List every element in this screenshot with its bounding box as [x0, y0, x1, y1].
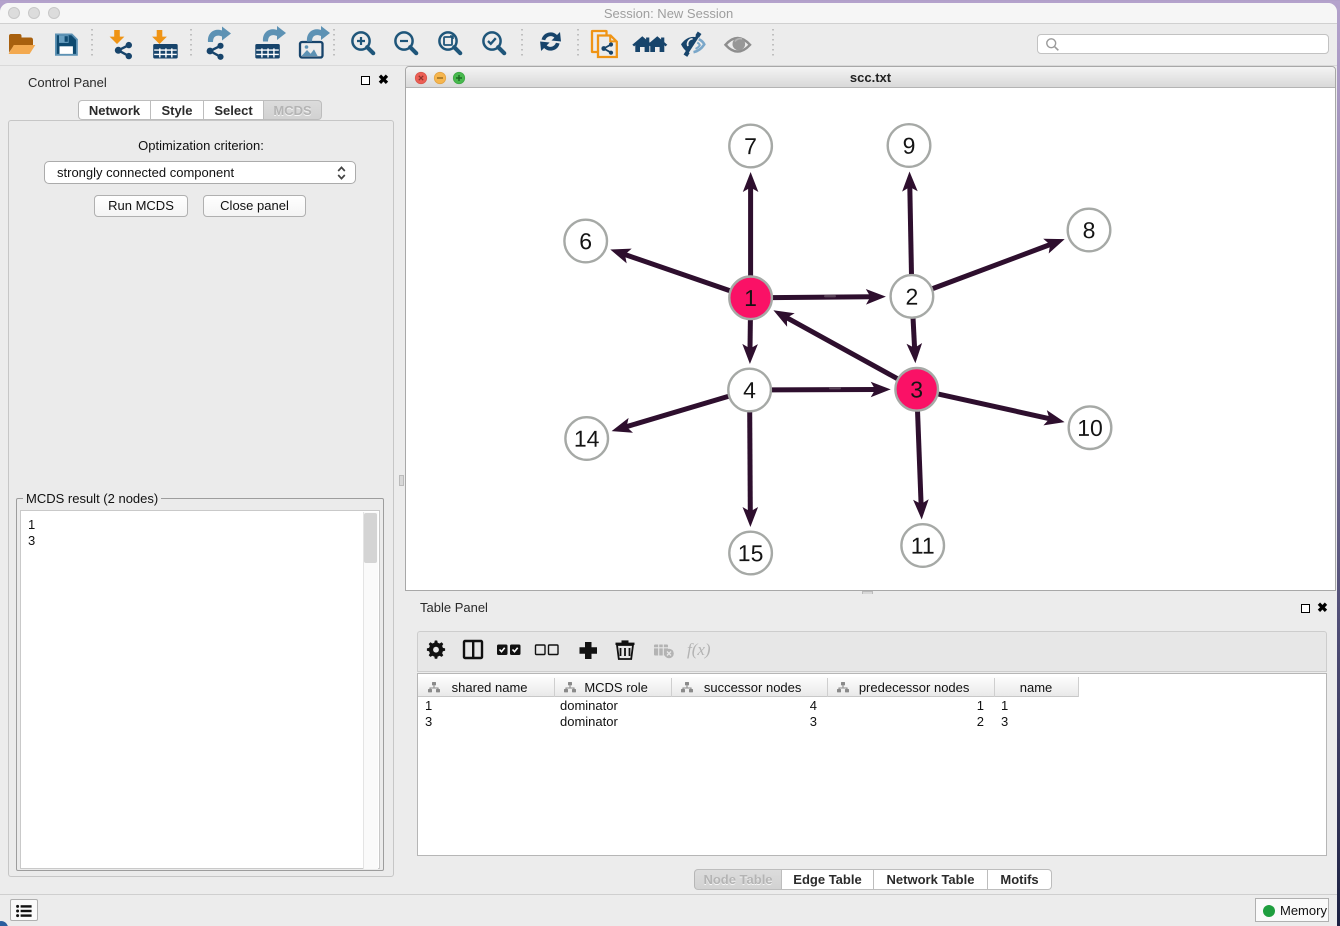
svg-text:f(x): f(x): [687, 640, 711, 659]
svg-text:11: 11: [911, 533, 935, 559]
svg-text:14: 14: [574, 426, 600, 452]
svg-text:2: 2: [905, 284, 918, 310]
svg-text:4: 4: [743, 377, 756, 403]
svg-text:1: 1: [744, 285, 757, 311]
svg-text:9: 9: [903, 133, 916, 159]
svg-text:7: 7: [744, 133, 757, 159]
svg-text:10: 10: [1077, 415, 1103, 441]
svg-text:15: 15: [738, 540, 764, 566]
svg-text:8: 8: [1083, 217, 1096, 243]
svg-text:6: 6: [579, 228, 592, 254]
svg-text:3: 3: [910, 376, 923, 402]
